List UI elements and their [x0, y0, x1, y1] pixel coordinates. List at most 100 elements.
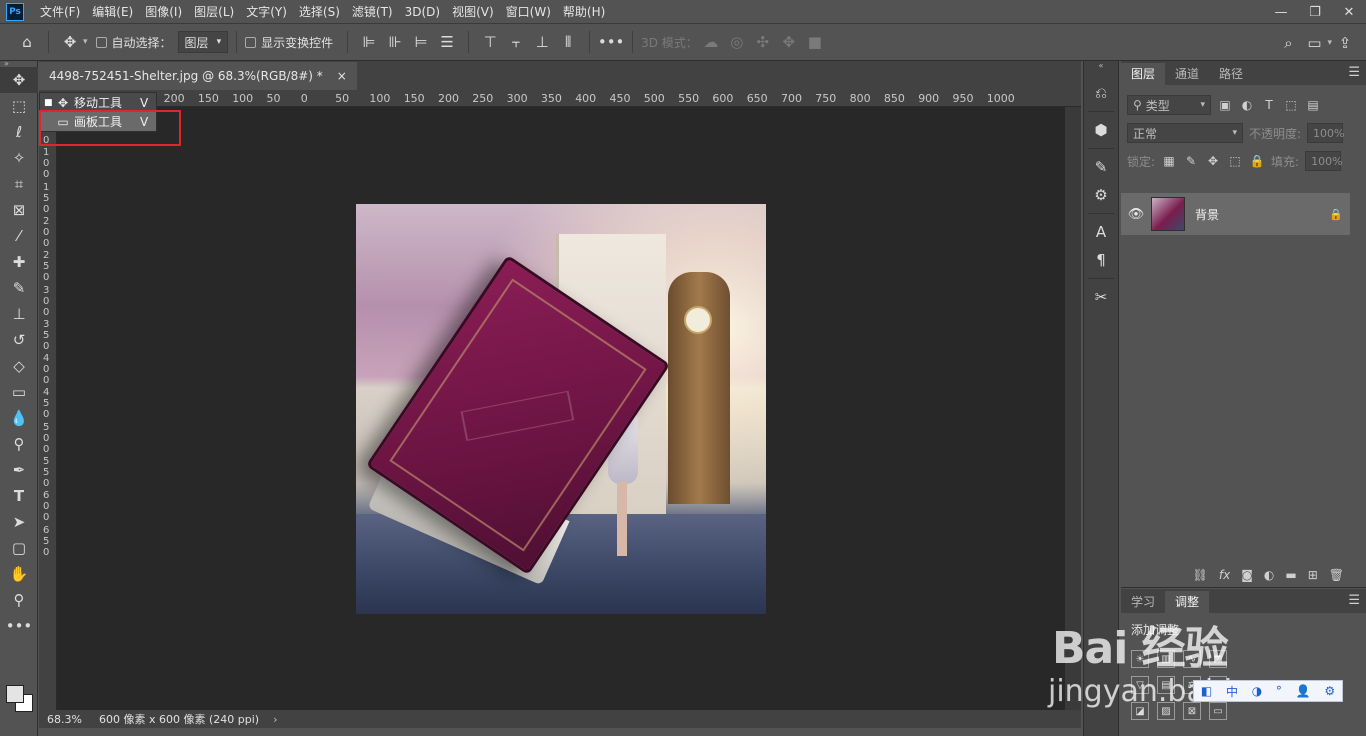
menu-file[interactable]: 文件(F): [34, 0, 86, 24]
filter-shape-icon[interactable]: ⬚: [1283, 98, 1299, 112]
trash-icon[interactable]: 🗑: [1329, 568, 1344, 582]
type-tool[interactable]: T: [0, 483, 38, 509]
eraser-tool[interactable]: ◇: [0, 353, 38, 379]
ime-halfwidth-icon[interactable]: ◑: [1252, 684, 1262, 698]
move-tool-preset-icon[interactable]: ✥: [57, 29, 83, 55]
3d-roll-icon[interactable]: ◎: [724, 29, 750, 55]
opacity-input[interactable]: 100%: [1307, 123, 1345, 143]
menu-image[interactable]: 图像(I): [139, 0, 188, 24]
menu-view[interactable]: 视图(V): [446, 0, 500, 24]
panel-menu-icon[interactable]: ☰: [1348, 65, 1360, 80]
ime-punctuation-icon[interactable]: °: [1276, 684, 1282, 698]
fx-icon[interactable]: fx: [1219, 568, 1230, 582]
show-transform-checkbox[interactable]: [245, 36, 257, 48]
tab-layers[interactable]: 图层: [1121, 63, 1166, 85]
menu-filter[interactable]: 滤镜(T): [346, 0, 399, 24]
edit-toolbar-button[interactable]: •••: [0, 613, 38, 639]
menu-layer[interactable]: 图层(L): [188, 0, 240, 24]
adjustment-icon[interactable]: ◐: [1264, 568, 1274, 582]
visibility-eye-icon[interactable]: 👁: [1121, 207, 1151, 222]
character-icon[interactable]: A: [1084, 218, 1118, 246]
ime-chinese-mode[interactable]: 中: [1226, 683, 1238, 700]
align-left-icon[interactable]: ⊫: [356, 29, 382, 55]
tab-paths[interactable]: 路径: [1209, 63, 1253, 85]
eyedropper-tool[interactable]: ⁄: [0, 223, 38, 249]
ime-settings-icon[interactable]: ⚙: [1324, 684, 1335, 698]
3d-panel-icon[interactable]: ⬢: [1084, 116, 1118, 144]
lock-transparent-icon[interactable]: ▦: [1161, 154, 1177, 168]
posterize-icon[interactable]: ▨: [1157, 702, 1175, 720]
paragraph-icon[interactable]: ¶: [1084, 246, 1118, 274]
3d-slide-icon[interactable]: ✥: [776, 29, 802, 55]
magic-wand-tool[interactable]: ✧: [0, 145, 38, 171]
distribute-horizontal-icon[interactable]: ⫴: [555, 29, 581, 55]
clone-stamp-tool[interactable]: ⊥: [0, 301, 38, 327]
3d-orbit-icon[interactable]: ☁: [698, 29, 724, 55]
history-icon[interactable]: ⎌: [1084, 79, 1118, 107]
align-right-icon[interactable]: ⊨: [408, 29, 434, 55]
lock-icon[interactable]: 🔒: [1322, 208, 1350, 221]
menu-select[interactable]: 选择(S): [293, 0, 346, 24]
align-top-icon[interactable]: ⊤: [477, 29, 503, 55]
hand-tool[interactable]: ✋: [0, 561, 38, 587]
layer-row[interactable]: 👁 背景 🔒: [1121, 193, 1350, 235]
layer-filter-dropdown[interactable]: ⚲ 类型 ▾: [1127, 95, 1211, 115]
new-layer-icon[interactable]: ⊞: [1308, 568, 1318, 582]
levels-icon[interactable]: ▥: [1157, 650, 1175, 668]
foreground-color-swatch[interactable]: [6, 685, 24, 703]
align-hcenter-icon[interactable]: ⊪: [382, 29, 408, 55]
marquee-tool[interactable]: ⬚: [0, 93, 38, 119]
panel-menu-icon[interactable]: ☰: [1348, 593, 1360, 608]
brush-settings-icon[interactable]: ✎: [1084, 153, 1118, 181]
horizontal-ruler[interactable]: 3002502001501005005010015020025030035040…: [57, 90, 1081, 107]
exposure-icon[interactable]: ◩: [1209, 650, 1227, 668]
lock-all-icon[interactable]: 🔒: [1249, 154, 1265, 168]
restore-button[interactable]: ❐: [1298, 0, 1332, 24]
filter-type-icon[interactable]: T: [1261, 98, 1277, 112]
menu-help[interactable]: 帮助(H): [557, 0, 611, 24]
path-selection-tool[interactable]: ➤: [0, 509, 38, 535]
more-options-icon[interactable]: •••: [598, 29, 625, 55]
align-bottom-icon[interactable]: ⊥: [529, 29, 555, 55]
menu-3d[interactable]: 3D(D): [399, 0, 446, 24]
workspace-icon[interactable]: ▭: [1301, 30, 1327, 56]
auto-select-checkbox[interactable]: [95, 36, 107, 48]
menu-edit[interactable]: 编辑(E): [86, 0, 139, 24]
link-icon[interactable]: ⛓: [1193, 568, 1208, 582]
vibrance-icon[interactable]: ▽: [1131, 676, 1149, 694]
3d-drag-icon[interactable]: ✣: [750, 29, 776, 55]
lock-position-icon[interactable]: ✥: [1205, 154, 1221, 168]
lock-artboard-icon[interactable]: ⬚: [1227, 154, 1243, 168]
healing-brush-tool[interactable]: ✚: [0, 249, 38, 275]
chevron-right-icon[interactable]: ›: [259, 713, 277, 726]
gradient-map-icon[interactable]: ▭: [1209, 702, 1227, 720]
distribute-vertical-icon[interactable]: ☰: [434, 29, 460, 55]
collapse-icon[interactable]: «: [1084, 61, 1118, 71]
pen-tool[interactable]: ✒: [0, 457, 38, 483]
folder-icon[interactable]: ▬: [1285, 568, 1296, 582]
blur-tool[interactable]: 💧: [0, 405, 38, 431]
mask-icon[interactable]: ◙: [1241, 568, 1253, 582]
lock-image-icon[interactable]: ✎: [1183, 154, 1199, 168]
lasso-tool[interactable]: ℓ: [0, 119, 38, 145]
properties-icon[interactable]: ⚙: [1084, 181, 1118, 209]
chevron-down-icon[interactable]: ▾: [83, 37, 88, 47]
document-image[interactable]: [356, 204, 766, 614]
menu-window[interactable]: 窗口(W): [500, 0, 557, 24]
dodge-tool[interactable]: ⚲: [0, 431, 38, 457]
fill-input[interactable]: 100%: [1305, 151, 1343, 171]
search-icon[interactable]: ⌕: [1275, 30, 1301, 56]
zoom-level[interactable]: 68.3%: [39, 713, 91, 726]
filter-adjustment-icon[interactable]: ◐: [1239, 98, 1255, 112]
brightness-icon[interactable]: ☀: [1131, 650, 1149, 668]
rectangle-tool[interactable]: ▢: [0, 535, 38, 561]
gradient-tool[interactable]: ▭: [0, 379, 38, 405]
blend-mode-dropdown[interactable]: 正常 ▾: [1127, 123, 1243, 143]
invert-icon[interactable]: ◪: [1131, 702, 1149, 720]
ime-user-icon[interactable]: 👤: [1296, 684, 1311, 698]
frame-tool[interactable]: ⊠: [0, 197, 38, 223]
tab-adjustments[interactable]: 调整: [1165, 591, 1210, 613]
hue-saturation-icon[interactable]: ▤: [1157, 676, 1175, 694]
ime-toggle-icon[interactable]: ◧: [1201, 684, 1212, 698]
threshold-icon[interactable]: ⊠: [1183, 702, 1201, 720]
